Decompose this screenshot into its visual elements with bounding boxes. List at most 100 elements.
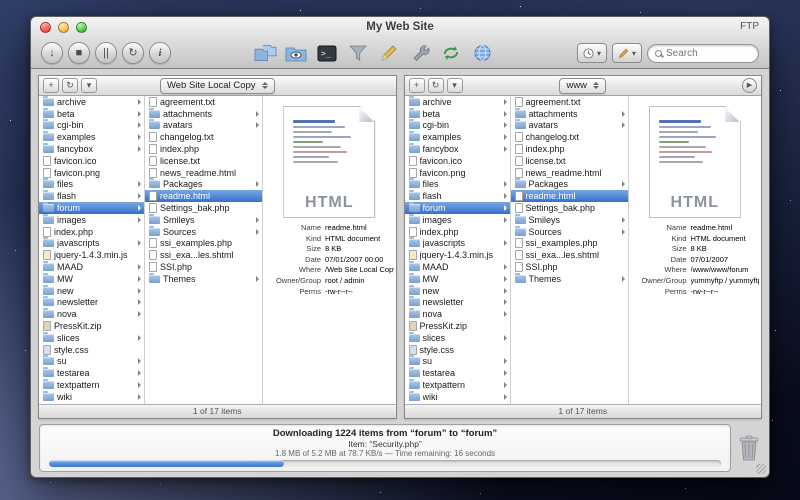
list-item[interactable]: images xyxy=(405,214,510,226)
stop-button[interactable]: ■ xyxy=(68,42,90,64)
list-item[interactable]: slices xyxy=(39,332,144,344)
list-item[interactable]: PressKit.zip xyxy=(39,320,144,332)
list-item[interactable]: testarea xyxy=(405,367,510,379)
list-item[interactable]: avatars xyxy=(145,120,262,132)
list-item[interactable]: files xyxy=(405,179,510,191)
list-item[interactable]: files xyxy=(39,179,144,191)
list-item[interactable]: Settings_bak.php xyxy=(145,202,262,214)
list-item[interactable]: Packages xyxy=(145,179,262,191)
list-item[interactable]: ssi_examples.php xyxy=(145,238,262,250)
connect-go-button[interactable]: ▶ xyxy=(742,78,757,93)
list-item[interactable]: flash xyxy=(39,190,144,202)
list-item[interactable]: news_readme.html xyxy=(511,167,628,179)
sync-icon[interactable] xyxy=(438,41,464,65)
list-item[interactable]: cgi-bin xyxy=(39,120,144,132)
list-item[interactable]: jquery-1.4.3.min.js xyxy=(39,249,144,261)
list-item[interactable]: avatars xyxy=(511,120,628,132)
list-item[interactable]: changelog.txt xyxy=(511,131,628,143)
list-item[interactable]: index.php xyxy=(39,226,144,238)
new-folder-button[interactable]: + xyxy=(409,78,425,93)
list-item[interactable]: favicon.ico xyxy=(39,155,144,167)
pause-button[interactable]: || xyxy=(95,42,117,64)
list-item[interactable]: images xyxy=(39,214,144,226)
list-item[interactable]: style.css xyxy=(405,344,510,356)
list-item[interactable]: Sources xyxy=(145,226,262,238)
list-item[interactable]: javascripts xyxy=(39,238,144,250)
list-item[interactable]: attachments xyxy=(511,108,628,120)
list-item[interactable]: nova xyxy=(405,308,510,320)
list-item[interactable]: news_readme.html xyxy=(145,167,262,179)
refresh-button[interactable]: ↻ xyxy=(122,42,144,64)
list-item[interactable]: su xyxy=(39,356,144,368)
list-item[interactable]: favicon.png xyxy=(405,167,510,179)
list-item[interactable]: favicon.ico xyxy=(405,155,510,167)
list-item[interactable]: license.txt xyxy=(511,155,628,167)
list-item[interactable]: fancybox xyxy=(39,143,144,155)
list-item[interactable]: newsletter xyxy=(405,297,510,309)
list-item[interactable]: ssi_exa...les.shtml xyxy=(145,249,262,261)
close-button[interactable] xyxy=(40,22,51,33)
info-button[interactable]: i xyxy=(149,42,171,64)
tools-icon[interactable] xyxy=(407,41,433,65)
edit-dropdown-button[interactable]: ▾ xyxy=(612,43,642,63)
trash-server-icon[interactable] xyxy=(737,434,761,462)
list-item[interactable]: forum xyxy=(39,202,144,214)
list-item[interactable]: textpattern xyxy=(39,379,144,391)
zoom-button[interactable] xyxy=(76,22,87,33)
minimize-button[interactable] xyxy=(58,22,69,33)
list-item[interactable]: license.txt xyxy=(145,155,262,167)
list-item[interactable]: readme.html xyxy=(511,190,628,202)
action-menu-button[interactable]: ▾ xyxy=(447,78,463,93)
list-item[interactable]: beta xyxy=(405,108,510,120)
list-item[interactable]: new xyxy=(405,285,510,297)
list-item[interactable]: attachments xyxy=(145,108,262,120)
list-item[interactable]: newsletter xyxy=(39,297,144,309)
list-item[interactable]: Smileys xyxy=(145,214,262,226)
filter-icon[interactable] xyxy=(345,41,371,65)
folder-watch-icon[interactable] xyxy=(283,41,309,65)
local-path-popup[interactable]: Web Site Local Copy xyxy=(160,78,275,94)
list-item[interactable]: index.php xyxy=(511,143,628,155)
mirror-folders-icon[interactable] xyxy=(252,41,278,65)
action-menu-button[interactable]: ▾ xyxy=(81,78,97,93)
list-item[interactable]: Settings_bak.php xyxy=(511,202,628,214)
list-item[interactable]: textpattern xyxy=(405,379,510,391)
list-item[interactable]: changelog.txt xyxy=(145,131,262,143)
list-item[interactable]: jquery-1.4.3.min.js xyxy=(405,249,510,261)
list-item[interactable]: new xyxy=(39,285,144,297)
list-item[interactable]: testarea xyxy=(39,367,144,379)
list-item[interactable]: MW xyxy=(405,273,510,285)
list-item[interactable]: index.php xyxy=(145,143,262,155)
list-item[interactable]: MAAD xyxy=(405,261,510,273)
list-item[interactable]: SSI.php xyxy=(511,261,628,273)
list-item[interactable]: javascripts xyxy=(405,238,510,250)
list-item[interactable]: Themes xyxy=(511,273,628,285)
list-item[interactable]: cgi-bin xyxy=(405,120,510,132)
list-item[interactable]: su xyxy=(405,356,510,368)
resize-grip[interactable] xyxy=(756,464,766,474)
web-icon[interactable] xyxy=(469,41,495,65)
list-item[interactable]: agreement.txt xyxy=(145,96,262,108)
list-item[interactable]: beta xyxy=(39,108,144,120)
refresh-list-button[interactable]: ↻ xyxy=(428,78,444,93)
list-item[interactable]: Themes xyxy=(145,273,262,285)
edit-icon[interactable] xyxy=(376,41,402,65)
terminal-icon[interactable]: >_ xyxy=(314,41,340,65)
history-dropdown-button[interactable]: ▾ xyxy=(577,43,607,63)
list-item[interactable]: readme.html xyxy=(145,190,262,202)
download-button[interactable]: ↓ xyxy=(41,42,63,64)
list-item[interactable]: nova xyxy=(39,308,144,320)
list-item[interactable]: examples xyxy=(39,131,144,143)
list-item[interactable]: Packages xyxy=(511,179,628,191)
list-item[interactable]: PressKit.zip xyxy=(405,320,510,332)
list-item[interactable]: favicon.png xyxy=(39,167,144,179)
list-item[interactable]: wiki xyxy=(405,391,510,403)
list-item[interactable]: MW xyxy=(39,273,144,285)
list-item[interactable]: ssi_exa...les.shtml xyxy=(511,249,628,261)
list-item[interactable]: archive xyxy=(39,96,144,108)
list-item[interactable]: agreement.txt xyxy=(511,96,628,108)
list-item[interactable]: fancybox xyxy=(405,143,510,155)
refresh-list-button[interactable]: ↻ xyxy=(62,78,78,93)
list-item[interactable]: wiki xyxy=(39,391,144,403)
list-item[interactable]: style.css xyxy=(39,344,144,356)
